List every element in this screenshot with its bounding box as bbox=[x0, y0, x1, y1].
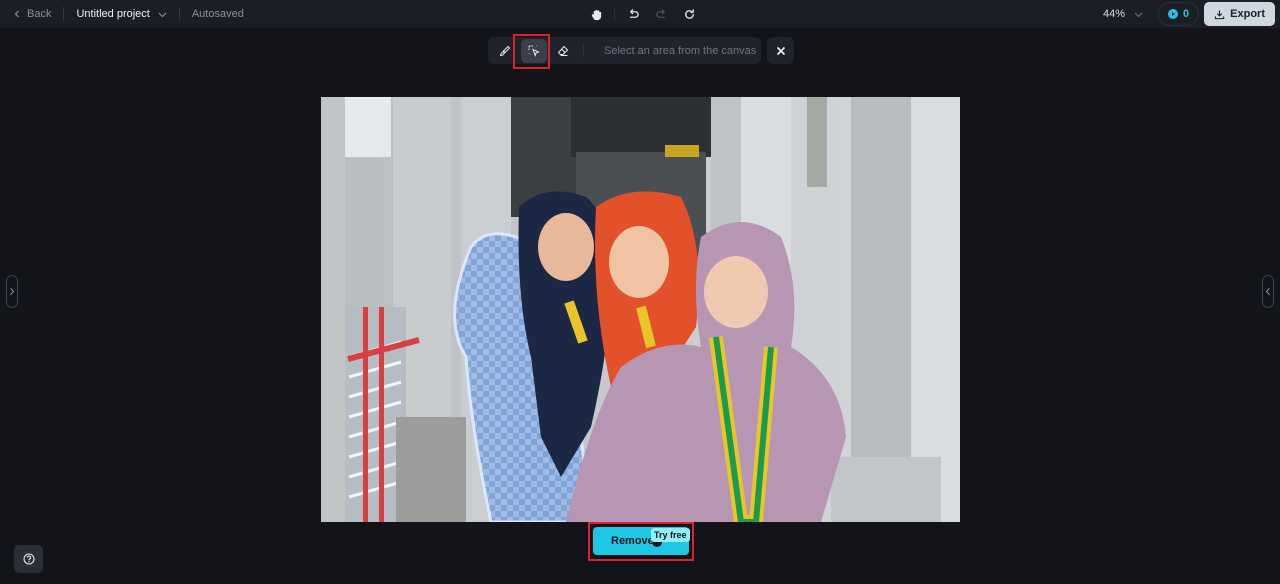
project-title-dropdown[interactable]: Untitled project bbox=[76, 8, 167, 20]
try-free-badge: Try free bbox=[651, 528, 690, 542]
project-title: Untitled project bbox=[76, 8, 150, 20]
divider bbox=[178, 7, 180, 21]
chevron-left-icon bbox=[14, 10, 19, 18]
chevron-left-icon bbox=[1265, 287, 1270, 296]
redo-button[interactable] bbox=[651, 4, 671, 24]
back-button[interactable]: Back bbox=[0, 8, 51, 20]
eraser-icon bbox=[557, 45, 569, 56]
brush-icon bbox=[499, 45, 511, 56]
redo-icon bbox=[655, 8, 665, 18]
credits-badge[interactable]: 0 bbox=[1158, 2, 1200, 26]
refresh-icon bbox=[684, 8, 694, 19]
divider bbox=[614, 8, 615, 20]
save-status: Autosaved bbox=[191, 8, 244, 20]
brush-tool-button[interactable] bbox=[492, 39, 518, 63]
left-panel-toggle[interactable] bbox=[6, 275, 18, 308]
help-button[interactable] bbox=[14, 545, 43, 573]
reset-button[interactable] bbox=[679, 4, 699, 24]
close-toolbar-button[interactable] bbox=[767, 37, 794, 64]
select-cursor-icon bbox=[528, 45, 540, 57]
eraser-tool-button[interactable] bbox=[550, 39, 576, 63]
auto-select-tool-button[interactable] bbox=[521, 38, 547, 63]
remove-label: Remove bbox=[611, 535, 654, 547]
zoom-dropdown[interactable]: 44% bbox=[1103, 8, 1143, 20]
hand-icon bbox=[591, 9, 601, 20]
divider bbox=[583, 44, 584, 57]
hand-tool-button[interactable] bbox=[586, 4, 606, 24]
top-bar: Back Untitled project Autosaved 44% 0 Ex… bbox=[0, 0, 1280, 28]
undo-icon bbox=[629, 8, 639, 18]
help-icon bbox=[22, 553, 35, 565]
export-label: Export bbox=[1230, 8, 1265, 20]
credit-coin-icon bbox=[1168, 9, 1179, 19]
photo bbox=[321, 97, 960, 522]
back-label: Back bbox=[27, 8, 52, 20]
divider bbox=[63, 7, 65, 21]
chevron-right-icon bbox=[10, 287, 15, 296]
image-canvas[interactable] bbox=[321, 97, 960, 522]
right-panel-toggle[interactable] bbox=[1262, 275, 1274, 308]
selection-toolbar: Select an area from the canvas bbox=[488, 37, 761, 64]
export-button[interactable]: Export bbox=[1204, 2, 1275, 26]
credits-count: 0 bbox=[1183, 8, 1190, 20]
undo-button[interactable] bbox=[623, 4, 643, 24]
close-icon bbox=[776, 46, 785, 55]
zoom-level: 44% bbox=[1103, 8, 1126, 20]
selection-hint: Select an area from the canvas bbox=[604, 44, 757, 57]
download-icon bbox=[1214, 9, 1225, 19]
chevron-down-icon bbox=[1134, 12, 1143, 17]
chevron-down-icon bbox=[158, 12, 167, 17]
